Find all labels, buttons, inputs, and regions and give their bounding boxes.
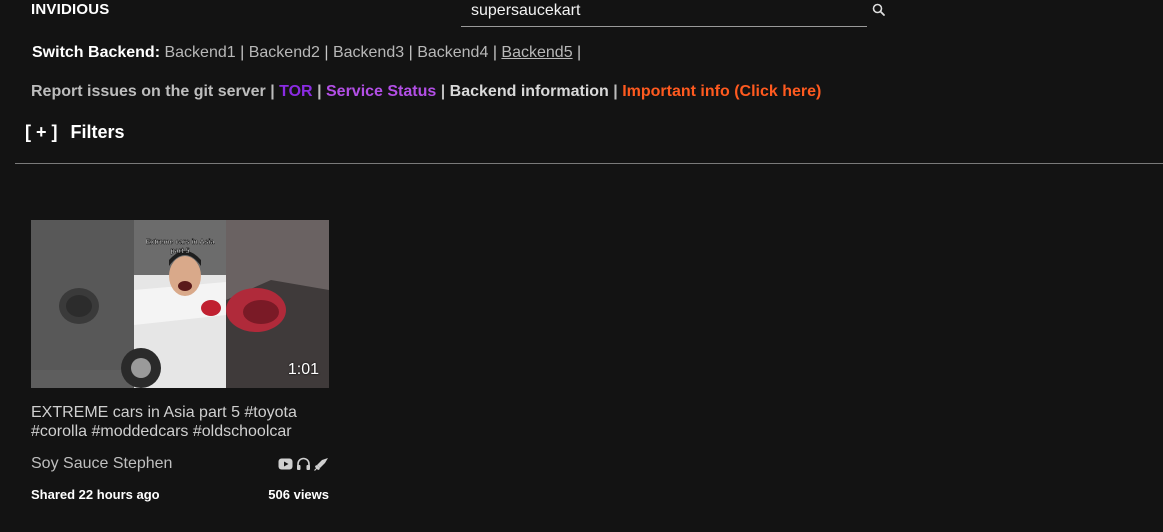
search-input[interactable] xyxy=(461,0,866,22)
separator: | xyxy=(270,83,275,100)
thumbnail-caption-line2: part 5 xyxy=(170,248,189,255)
video-meta: Shared 22 hours ago 506 views xyxy=(31,487,329,505)
info-links: Report issues on the git server | TOR | … xyxy=(31,83,821,101)
separator: | xyxy=(324,44,329,61)
backend-link-2[interactable]: Backend2 xyxy=(249,44,320,61)
thumbnail-caption-line1: Extreme cars in Asia xyxy=(146,239,215,246)
headphones-icon[interactable] xyxy=(296,457,311,471)
site-logo[interactable]: INVIDIOUS xyxy=(31,1,109,18)
video-card: Extreme cars in Asia part 5 1:01 EXTREME… xyxy=(31,220,329,505)
separator: | xyxy=(240,44,245,61)
search-icon[interactable] xyxy=(871,2,887,18)
divider xyxy=(15,163,1163,164)
backend-link-5[interactable]: Backend5 xyxy=(501,44,572,61)
important-info-link[interactable]: Important info (Click here) xyxy=(622,83,821,100)
rocket-icon[interactable] xyxy=(314,457,329,471)
backend-link-4[interactable]: Backend4 xyxy=(417,44,488,61)
separator: | xyxy=(492,44,497,61)
view-count: 506 views xyxy=(268,487,329,502)
youtube-icon[interactable] xyxy=(278,457,293,471)
video-thumbnail[interactable]: Extreme cars in Asia part 5 1:01 xyxy=(31,220,329,388)
tor-link[interactable]: TOR xyxy=(279,83,312,100)
report-issues-link[interactable]: Report issues on the git server xyxy=(31,83,266,100)
separator: | xyxy=(408,44,413,61)
watch-options xyxy=(278,457,329,471)
filters-label: Filters xyxy=(70,122,125,142)
shared-time: Shared 22 hours ago xyxy=(31,487,160,502)
video-title[interactable]: EXTREME cars in Asia part 5 #toyota #cor… xyxy=(31,403,329,441)
backend-information-link[interactable]: Backend information xyxy=(450,83,609,100)
channel-name[interactable]: Soy Sauce Stephen xyxy=(31,455,172,472)
backend-switcher: Switch Backend: Backend1 | Backend2 | Ba… xyxy=(32,44,581,62)
channel-row: Soy Sauce Stephen xyxy=(31,455,329,475)
separator: | xyxy=(577,44,582,61)
filters-toggle[interactable]: [ + ] Filters xyxy=(25,122,125,143)
backend-link-1[interactable]: Backend1 xyxy=(164,44,235,61)
backend-link-3[interactable]: Backend3 xyxy=(333,44,404,61)
switch-backend-label: Switch Backend: xyxy=(32,44,161,61)
thumbnail-image: Extreme cars in Asia part 5 xyxy=(31,220,329,388)
search-box xyxy=(461,0,867,27)
expand-toggle[interactable]: [ + ] xyxy=(25,122,58,142)
video-duration: 1:01 xyxy=(287,361,319,378)
separator: | xyxy=(613,83,618,100)
service-status-link[interactable]: Service Status xyxy=(326,83,436,100)
separator: | xyxy=(317,83,322,100)
separator: | xyxy=(440,83,446,100)
